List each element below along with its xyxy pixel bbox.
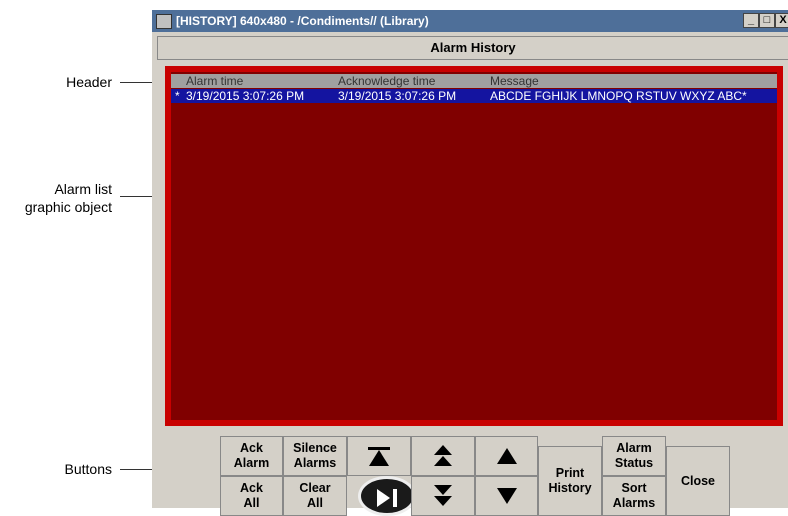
sort-alarms-label-1: Sort bbox=[621, 481, 647, 495]
alarm-list-frame: Alarm time Acknowledge time Message * 3/… bbox=[165, 66, 783, 426]
close-button[interactable]: Close bbox=[666, 446, 730, 516]
callout-buttons: Buttons bbox=[64, 461, 112, 477]
double-down-icon bbox=[432, 485, 454, 507]
column-message[interactable]: Message bbox=[490, 74, 539, 88]
column-acknowledge-time[interactable]: Acknowledge time bbox=[338, 74, 435, 88]
page-down-button[interactable] bbox=[411, 476, 475, 516]
skip-bar-icon bbox=[393, 489, 397, 507]
move-up-button[interactable] bbox=[475, 436, 538, 476]
sort-alarms-button[interactable]: Sort Alarms bbox=[602, 476, 666, 516]
move-to-top-button[interactable] bbox=[347, 436, 411, 476]
alarm-list-header: Alarm time Acknowledge time Message bbox=[171, 74, 777, 88]
minimize-button[interactable]: _ bbox=[743, 13, 759, 28]
ack-alarm-button[interactable]: Ack Alarm bbox=[220, 436, 283, 476]
ack-alarm-label-2: Alarm bbox=[233, 456, 270, 470]
alarm-row[interactable]: * 3/19/2015 3:07:26 PM 3/19/2015 3:07:26… bbox=[171, 89, 777, 103]
ack-all-button[interactable]: Ack All bbox=[220, 476, 283, 516]
print-history-label-2: History bbox=[548, 481, 592, 495]
alarm-status-label-2: Status bbox=[614, 456, 654, 470]
column-alarm-time[interactable]: Alarm time bbox=[186, 74, 243, 88]
alarm-status-label-1: Alarm bbox=[616, 441, 652, 455]
ack-alarm-label-1: Ack bbox=[240, 441, 263, 455]
callout-header: Header bbox=[66, 74, 112, 90]
message-cell: ABCDE FGHIJK LMNOPQ RSTUV WXYZ ABC* bbox=[490, 89, 747, 103]
silence-alarms-button[interactable]: Silence Alarms bbox=[283, 436, 347, 476]
sort-alarms-label-2: Alarms bbox=[612, 496, 656, 510]
silence-alarms-label-1: Silence bbox=[293, 441, 337, 455]
print-history-label-1: Print bbox=[555, 466, 585, 480]
alarm-time-cell: 3/19/2015 3:07:26 PM bbox=[186, 89, 305, 103]
close-label: Close bbox=[680, 473, 716, 488]
down-arrow-icon bbox=[496, 488, 517, 504]
double-up-icon bbox=[432, 445, 454, 467]
up-arrow-icon bbox=[496, 448, 517, 464]
silence-alarms-label-2: Alarms bbox=[293, 456, 337, 470]
move-down-button[interactable] bbox=[475, 476, 538, 516]
maximize-button[interactable]: □ bbox=[759, 13, 775, 28]
alarm-list[interactable]: Alarm time Acknowledge time Message * 3/… bbox=[171, 72, 777, 420]
row-marker: * bbox=[175, 89, 180, 103]
page-up-button[interactable] bbox=[411, 436, 475, 476]
screen-header: Alarm History bbox=[157, 36, 788, 60]
alarm-status-button[interactable]: Alarm Status bbox=[602, 436, 666, 476]
app-icon bbox=[156, 14, 172, 29]
callout-alarm-list-line1: Alarm list bbox=[54, 181, 112, 197]
ack-all-label-2: All bbox=[243, 496, 260, 510]
play-icon bbox=[377, 489, 390, 507]
ack-all-label-1: Ack bbox=[240, 481, 263, 495]
print-history-button[interactable]: Print History bbox=[538, 446, 602, 516]
clear-all-button[interactable]: Clear All bbox=[283, 476, 347, 516]
next-alarm-button[interactable] bbox=[358, 476, 416, 516]
move-to-top-icon bbox=[369, 449, 389, 466]
ack-time-cell: 3/19/2015 3:07:26 PM bbox=[338, 89, 457, 103]
callout-alarm-list-line2: graphic object bbox=[24, 199, 112, 215]
history-window: [HISTORY] 640x480 - /Condiments// (Libra… bbox=[152, 10, 788, 516]
clear-all-label-2: All bbox=[307, 496, 323, 510]
callout-alarm-list: Alarm list graphic object bbox=[0, 180, 112, 216]
title-bar[interactable]: [HISTORY] 640x480 - /Condiments// (Libra… bbox=[152, 10, 788, 32]
clear-all-label-1: Clear bbox=[299, 481, 331, 495]
window-title: [HISTORY] 640x480 - /Condiments// (Libra… bbox=[176, 14, 429, 28]
close-window-button[interactable]: X bbox=[775, 13, 788, 28]
